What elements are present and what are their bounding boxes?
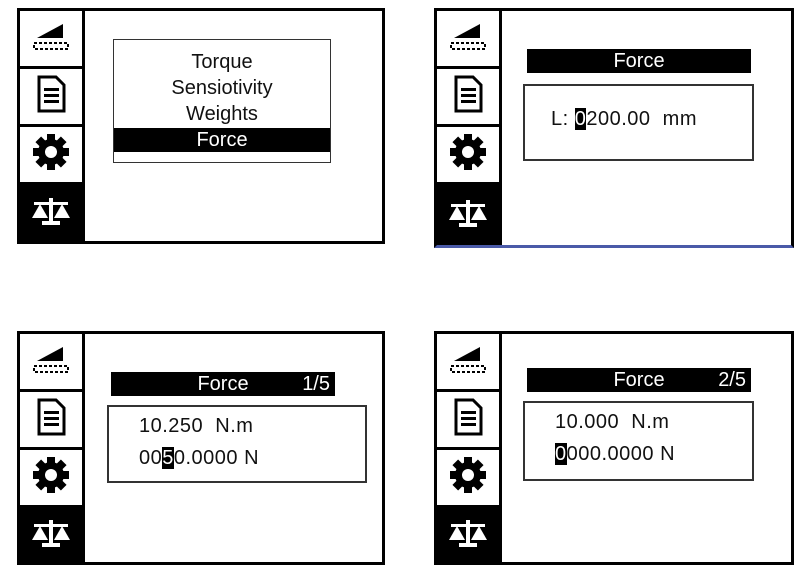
sidebar-item-level[interactable] bbox=[437, 334, 499, 392]
sidebar-item-level[interactable] bbox=[20, 11, 82, 69]
sidebar bbox=[437, 11, 502, 245]
page-indicator: 2/5 bbox=[718, 369, 746, 391]
level-icon bbox=[448, 16, 488, 61]
torque-number: 10.250 bbox=[139, 415, 204, 437]
length-panel: L: 0200.00 mm bbox=[523, 84, 754, 161]
sidebar-item-settings[interactable] bbox=[20, 127, 82, 185]
level-icon bbox=[448, 339, 488, 384]
sidebar bbox=[20, 11, 85, 241]
document-icon bbox=[451, 397, 485, 442]
force-digits-before: 00 bbox=[139, 447, 163, 469]
force-unit: N bbox=[244, 447, 260, 469]
level-icon bbox=[31, 16, 71, 61]
balance-scale-icon bbox=[447, 516, 489, 555]
document-icon bbox=[451, 74, 485, 119]
force-digits-after: 0.0000 bbox=[173, 447, 239, 469]
sidebar-item-force[interactable] bbox=[437, 508, 499, 562]
length-label: L: bbox=[551, 108, 569, 130]
sidebar-item-settings[interactable] bbox=[437, 127, 499, 185]
balance-scale-icon bbox=[30, 516, 72, 555]
menu-item-torque[interactable]: Torque bbox=[114, 50, 330, 74]
gear-icon bbox=[31, 455, 71, 500]
length-digits: 200.00 bbox=[586, 108, 651, 130]
screen-length: Force L: 0200.00 mm bbox=[434, 8, 794, 248]
sidebar-item-document[interactable] bbox=[20, 392, 82, 450]
menu-item-sensitivity[interactable]: Sensiotivity bbox=[114, 76, 330, 100]
sidebar-item-settings[interactable] bbox=[20, 450, 82, 508]
force-panel: 10.250 N.m 0050.0000 N bbox=[107, 405, 367, 483]
sidebar bbox=[20, 334, 85, 562]
sidebar-item-document[interactable] bbox=[437, 392, 499, 450]
sidebar-item-force[interactable] bbox=[437, 185, 499, 245]
document-icon bbox=[34, 397, 68, 442]
menu-item-force[interactable]: Force bbox=[114, 128, 330, 152]
edit-cursor: 5 bbox=[162, 447, 174, 469]
torque-number: 10.000 bbox=[555, 411, 620, 433]
force-header: Force 1/5 bbox=[111, 372, 335, 396]
sidebar-item-document[interactable] bbox=[437, 69, 499, 127]
sidebar bbox=[437, 334, 502, 562]
sidebar-item-settings[interactable] bbox=[437, 450, 499, 508]
document-icon bbox=[34, 74, 68, 119]
edit-cursor: 0 bbox=[555, 443, 567, 465]
force-panel: 10.000 N.m 0000.0000 N bbox=[523, 401, 754, 481]
force-header: Force bbox=[527, 49, 751, 73]
menu-list: Torque Sensiotivity Weights Force bbox=[113, 39, 331, 163]
length-unit: mm bbox=[662, 108, 697, 130]
torque-value: 10.250 N.m bbox=[139, 415, 253, 438]
level-icon bbox=[31, 339, 71, 384]
force-header: Force 2/5 bbox=[527, 368, 751, 392]
balance-scale-icon bbox=[447, 196, 489, 235]
torque-unit: N.m bbox=[215, 415, 254, 437]
sidebar-item-level[interactable] bbox=[20, 334, 82, 392]
screen-force-1: Force 1/5 10.250 N.m 0050.0000 N bbox=[17, 331, 385, 565]
torque-value: 10.000 N.m bbox=[555, 411, 669, 434]
sidebar-item-level[interactable] bbox=[437, 11, 499, 69]
force-unit: N bbox=[660, 443, 676, 465]
sidebar-item-document[interactable] bbox=[20, 69, 82, 127]
length-value[interactable]: L: 0200.00 mm bbox=[551, 108, 697, 131]
page-indicator: 1/5 bbox=[302, 373, 330, 395]
force-value[interactable]: 0050.0000 N bbox=[139, 447, 259, 470]
torque-unit: N.m bbox=[631, 411, 670, 433]
screen-menu: Torque Sensiotivity Weights Force bbox=[17, 8, 385, 244]
gear-icon bbox=[448, 132, 488, 177]
edit-cursor: 0 bbox=[574, 108, 587, 130]
sidebar-item-force[interactable] bbox=[20, 185, 82, 241]
header-title: Force bbox=[613, 50, 665, 72]
force-value[interactable]: 0000.0000 N bbox=[555, 443, 675, 466]
screen-force-2: Force 2/5 10.000 N.m 0000.0000 N bbox=[434, 331, 794, 565]
gear-icon bbox=[31, 132, 71, 177]
force-digits-after: 000.0000 bbox=[566, 443, 655, 465]
menu-item-weights[interactable]: Weights bbox=[114, 102, 330, 126]
gear-icon bbox=[448, 455, 488, 500]
balance-scale-icon bbox=[30, 194, 72, 233]
sidebar-item-force[interactable] bbox=[20, 508, 82, 562]
